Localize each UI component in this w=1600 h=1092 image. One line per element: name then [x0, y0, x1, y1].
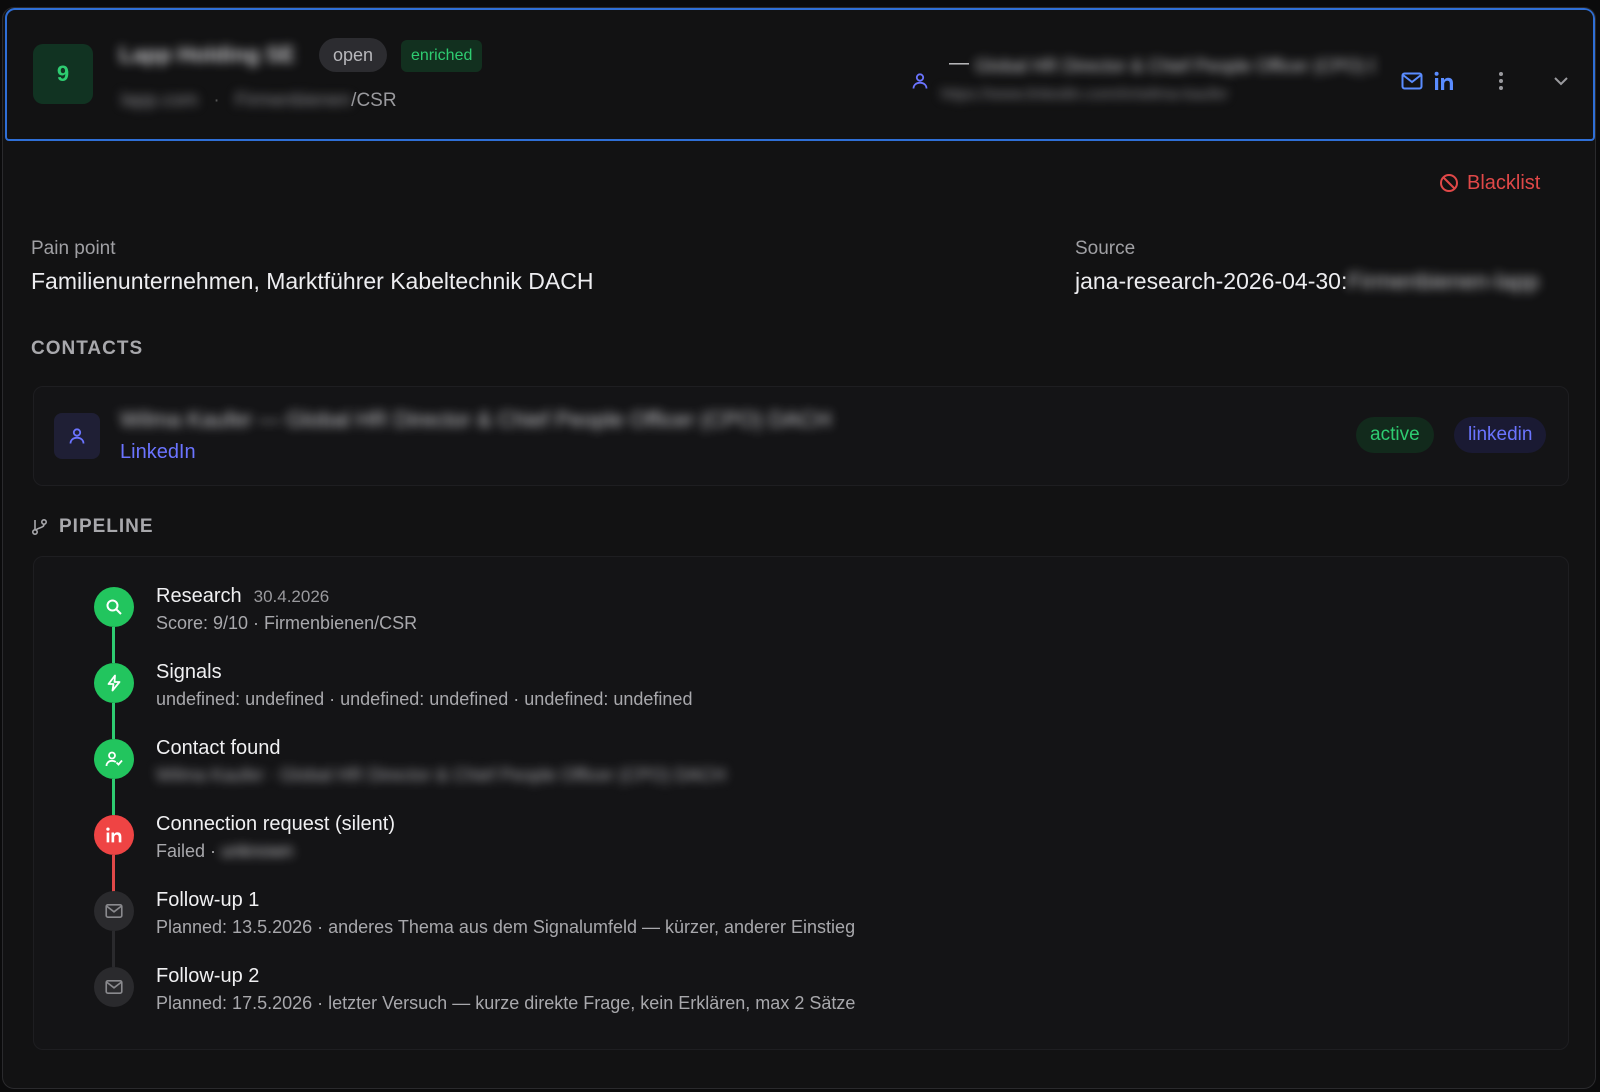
step-contact-icon: [94, 739, 134, 779]
company-category-suffix: /CSR: [351, 90, 397, 111]
header-contact-title: Global HR Director & Chief People Office…: [975, 56, 1375, 76]
step-connection-reason: unknown: [221, 841, 294, 861]
company-category-prefix: Firmenbienen: [235, 90, 352, 111]
step-signals-icon: [94, 663, 134, 703]
status-badge-enriched: enriched: [401, 40, 483, 72]
pipeline-timeline: Research 30.4.2026 Score: 9/10 · Firmenbi…: [33, 556, 1569, 1050]
contact-linkedin-link[interactable]: LinkedIn: [120, 441, 196, 464]
timeline-connector: [112, 703, 115, 739]
timeline-connector: [112, 627, 115, 663]
step-connection-detail: Failed · unknown: [156, 841, 293, 862]
step-signals-detail: undefined: undefined · undefined: undefi…: [156, 689, 693, 709]
source-value: jana-research-2026-04-30:Firmenbienen-la…: [1075, 268, 1539, 295]
step-signals-title: Signals: [156, 661, 222, 683]
step-followup1-detail: Planned: 13.5.2026 · anderes Thema aus d…: [156, 917, 856, 937]
step-followup2-detail: Planned: 17.5.2026 · letzter Versuch — k…: [156, 993, 856, 1013]
contact-dash: —: [949, 52, 969, 74]
contact-status-tag: active: [1356, 417, 1434, 453]
more-vertical-icon[interactable]: [1495, 70, 1507, 92]
step-research-detail: Score: 9/10 · Firmenbienen/CSR: [156, 613, 418, 633]
step-connection-title: Connection request (silent): [156, 813, 396, 835]
timeline-connector: [112, 779, 115, 815]
step-research-icon: [94, 587, 134, 627]
mail-icon[interactable]: [1401, 72, 1423, 90]
pipeline-section-title: PIPELINE: [59, 516, 154, 537]
user-icon: [69, 428, 85, 444]
header-contact-url[interactable]: https://www.linkedin.com/in/wilma-kaufer: [941, 86, 1301, 104]
step-title-text: Research: [156, 585, 242, 607]
contact-name: Wilma Kaufer — Global HR Director & Chie…: [120, 407, 832, 432]
pipeline-header: PIPELINE: [31, 516, 154, 538]
linkedin-icon: [106, 827, 122, 843]
step-date: 30.4.2026: [253, 587, 330, 606]
search-icon: [106, 599, 122, 615]
user-check-icon: [105, 751, 123, 767]
meta-separator: ·: [213, 90, 220, 111]
score-badge: 9: [33, 44, 93, 104]
contact-channel-tag: linkedin: [1454, 417, 1547, 453]
contact-avatar: [54, 413, 100, 459]
contact-card: Wilma Kaufer — Global HR Director & Chie…: [33, 386, 1569, 486]
step-connection-status: Failed ·: [156, 841, 222, 861]
step-followup2-icon: [94, 967, 134, 1007]
timeline-connector: [112, 931, 115, 967]
chevron-down-icon[interactable]: [1551, 72, 1571, 90]
status-badge-open: open: [319, 38, 388, 72]
step-followup1-title: Follow-up 1: [156, 889, 260, 911]
pain-point-value: Familienunternehmen, Marktführer Kabelte…: [31, 268, 594, 294]
user-icon: [912, 73, 928, 89]
ban-icon: [1440, 174, 1458, 192]
linkedin-icon[interactable]: [1433, 70, 1455, 92]
source-value-text: jana-research-2026-04-30:: [1075, 268, 1348, 294]
mail-icon: [105, 980, 123, 994]
company-name: Lapp Holding SE: [119, 42, 295, 67]
lead-card: 9 Lapp Holding SE open enriched lapp.com…: [2, 7, 1596, 1089]
git-branch-icon: [31, 518, 48, 536]
step-followup2-title: Follow-up 2: [156, 965, 260, 987]
source-label: Source: [1075, 238, 1136, 259]
step-contact-title: Contact found: [156, 737, 281, 759]
step-contact-detail: Wilma Kaufer · Global HR Director & Chie…: [156, 765, 726, 785]
blacklist-label: Blacklist: [1467, 171, 1541, 194]
lightning-icon: [107, 674, 121, 692]
source-value-blurred: Firmenbienen-lapp: [1347, 268, 1540, 294]
mail-icon: [105, 904, 123, 918]
step-followup1-icon: [94, 891, 134, 931]
pain-point-label: Pain point: [31, 238, 116, 259]
blacklist-button[interactable]: Blacklist: [1439, 168, 1540, 198]
step-research-title: Research 30.4.2026: [156, 585, 329, 608]
company-domain: lapp.com: [121, 90, 199, 111]
lead-header[interactable]: 9 Lapp Holding SE open enriched lapp.com…: [5, 8, 1595, 141]
company-meta: lapp.com · Firmenbienen/CSR: [121, 90, 397, 112]
contacts-section-title: CONTACTS: [31, 338, 144, 359]
step-connection-icon: [94, 815, 134, 855]
